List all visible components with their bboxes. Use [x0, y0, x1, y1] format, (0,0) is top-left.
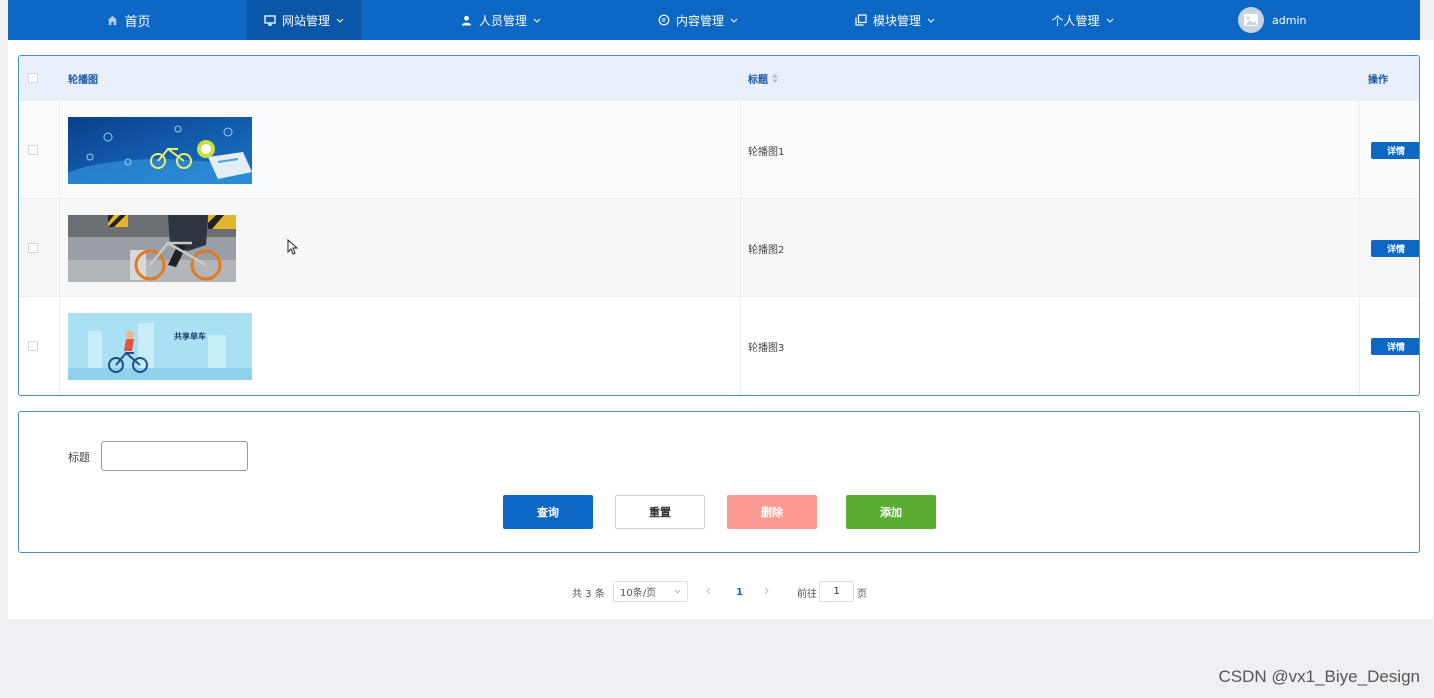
select-all-checkbox[interactable] [28, 73, 38, 83]
nav-item-personal-management[interactable]: 个人管理 [1038, 0, 1128, 40]
row-select[interactable] [28, 297, 38, 395]
banner-image-cell [68, 199, 236, 297]
table-row: 共享单车 轮播图3 详情 [19, 296, 1419, 394]
top-navbar: 首页 网站管理 人员管理 内容管理 模块管理 个人管理 admin [8, 0, 1420, 40]
header-title-label: 标题 [748, 74, 768, 86]
column-divider [59, 100, 60, 395]
nav-item-module-management[interactable]: 模块管理 [840, 0, 950, 40]
username: admin [1272, 13, 1307, 27]
chevron-right-icon [764, 587, 769, 598]
search-panel: 标题 查询 重置 删除 添加 [18, 411, 1420, 553]
header-select-all[interactable] [28, 56, 38, 100]
row-actions: 详情 [1371, 297, 1419, 395]
header-image: 轮播图 [68, 74, 98, 86]
nav-item-people-management[interactable]: 人员管理 [446, 0, 556, 40]
user-menu[interactable]: admin [1238, 0, 1306, 40]
banner-table: 轮播图 标题 操作 轮播图1 详情 轮播图2 详情 共享单车 轮播图3 详情 [18, 55, 1420, 396]
mouse-cursor-icon [287, 238, 299, 259]
nav-item-label: 首页 [124, 14, 151, 30]
pagination: 共 3 条 10条/页 1 前往 1 页 [8, 581, 1433, 603]
title-label: 标题 [68, 451, 90, 464]
column-divider [740, 100, 741, 395]
header-title[interactable]: 标题 [748, 56, 778, 100]
monitor-icon [263, 13, 277, 27]
user-icon [460, 13, 474, 27]
banner-image-cell [68, 101, 252, 199]
row-select[interactable] [28, 101, 38, 199]
column-divider [1359, 100, 1360, 395]
main-content: 轮播图 标题 操作 轮播图1 详情 轮播图2 详情 共享单车 轮播图3 详情 标… [8, 40, 1433, 619]
chat-icon [657, 13, 671, 27]
nav-item-label: 个人管理 [1051, 13, 1100, 28]
detail-button[interactable]: 详情 [1371, 141, 1419, 159]
detail-button[interactable]: 详情 [1371, 239, 1419, 257]
nav-item-home[interactable]: 首页 [88, 0, 168, 40]
row-title: 轮播图3 [748, 342, 785, 354]
chevron-left-icon [706, 587, 711, 598]
watermark-text: CSDN @vx1_Biye_Design [1218, 667, 1420, 686]
home-icon [105, 13, 119, 27]
banner-image [68, 116, 252, 184]
nav-item-label: 模块管理 [872, 13, 921, 28]
row-actions: 详情 [1371, 101, 1419, 199]
row-select[interactable] [28, 199, 38, 297]
goto-page-input[interactable]: 1 [819, 581, 854, 602]
nav-item-website-management[interactable]: 网站管理 [247, 0, 361, 40]
goto-suffix: 页 [857, 588, 867, 600]
banner-image [68, 214, 236, 282]
nav-item-label: 网站管理 [281, 13, 330, 28]
banner-image-cell: 共享单车 [68, 297, 252, 395]
reset-button[interactable]: 重置 [615, 495, 705, 529]
avatar-image-icon [1238, 7, 1264, 33]
delete-button[interactable]: 删除 [727, 495, 817, 529]
copy-icon [854, 13, 868, 27]
nav-item-label: 人员管理 [478, 13, 527, 28]
app-window: 首页 网站管理 人员管理 内容管理 模块管理 个人管理 admin 轮播图 标题… [0, 0, 1434, 698]
page-size-value: 10条/页 [620, 588, 657, 599]
query-button[interactable]: 查询 [503, 495, 593, 529]
page-size-select[interactable]: 10条/页 [613, 581, 688, 602]
row-checkbox[interactable] [28, 145, 38, 155]
row-title: 轮播图2 [748, 244, 785, 256]
chevron-down-icon [532, 15, 542, 25]
row-title: 轮播图1 [748, 146, 785, 158]
banner-image: 共享单车 [68, 312, 252, 380]
nav-item-content-management[interactable]: 内容管理 [643, 0, 753, 40]
prev-page-button[interactable] [706, 581, 711, 603]
chevron-down-icon [926, 15, 936, 25]
row-actions: 详情 [1371, 199, 1419, 297]
table-row: 轮播图1 详情 [19, 100, 1419, 198]
title-search-input[interactable] [101, 441, 248, 471]
sort-icon[interactable] [772, 73, 778, 83]
row-checkbox[interactable] [28, 243, 38, 253]
header-actions: 操作 [1368, 74, 1388, 86]
goto-prefix: 前往 [797, 588, 817, 600]
add-button[interactable]: 添加 [846, 495, 936, 529]
table-row: 轮播图2 详情 [19, 198, 1419, 296]
chevron-down-icon [729, 15, 739, 25]
chevron-down-icon [335, 15, 345, 25]
detail-button[interactable]: 详情 [1371, 337, 1419, 355]
page-number-current[interactable]: 1 [736, 581, 743, 603]
chevron-down-icon [1105, 15, 1115, 25]
table-header: 轮播图 标题 操作 [19, 56, 1419, 100]
banner-text: 共享单车 [174, 331, 206, 341]
next-page-button[interactable] [764, 581, 769, 603]
row-checkbox[interactable] [28, 341, 38, 351]
pagination-total: 共 3 条 [572, 588, 605, 600]
chevron-down-icon [674, 586, 681, 597]
nav-item-label: 内容管理 [675, 13, 724, 28]
